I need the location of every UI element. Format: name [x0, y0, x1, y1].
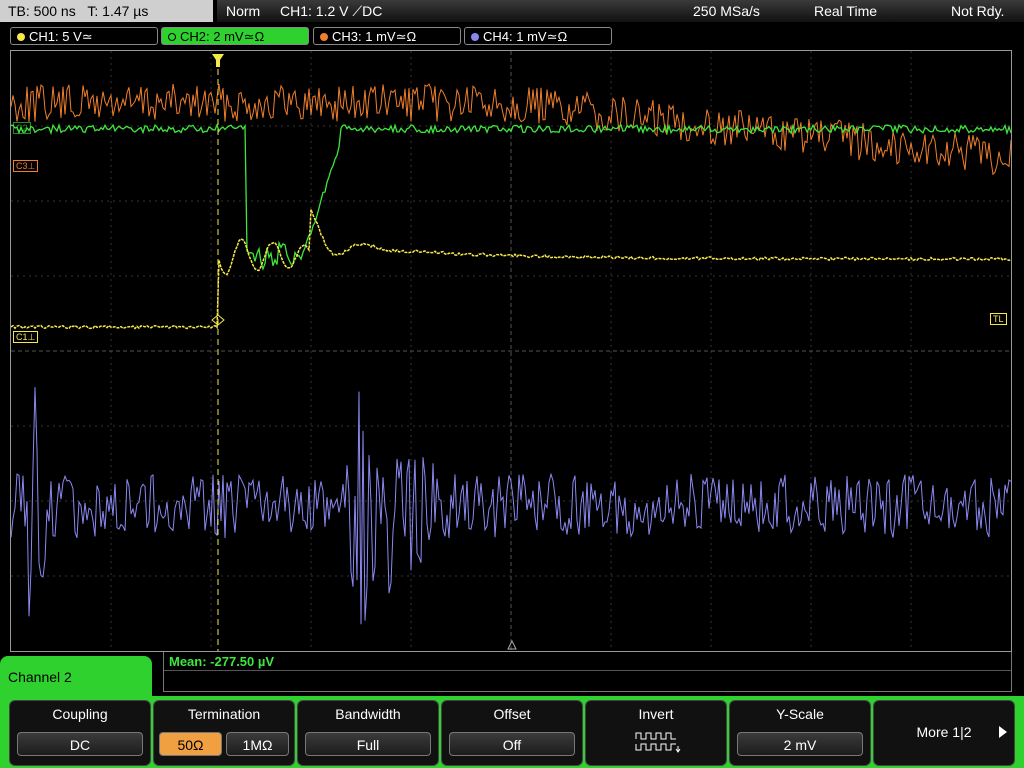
menu-title: Channel 2 [8, 669, 72, 685]
acquisition-status-bar: Norm CH1: 1.2 V ⟋DC 250 MSa/s Real Time … [217, 0, 1024, 22]
more-label: More 1|2 [916, 724, 972, 740]
invert-waveform-icon [635, 732, 681, 753]
termination-label: Termination [187, 706, 261, 722]
invert-label: Invert [638, 706, 674, 722]
trigger-source[interactable]: CH1: 1.2 V ⟋DC [280, 0, 382, 22]
channel-1-dot-icon [17, 33, 25, 41]
channel-4-button[interactable]: CH4: 1 mV≃Ω [464, 27, 612, 45]
offset-value[interactable]: Off [449, 732, 575, 756]
sample-rate: 250 MSa/s [693, 3, 760, 19]
termination-1mohm-option[interactable]: 1MΩ [226, 732, 289, 756]
trigger-status: Not Rdy. [951, 3, 1005, 19]
channel-1-button[interactable]: CH1: 5 V≃ [10, 27, 158, 45]
channel-4-label: CH4: 1 mV≃Ω [483, 29, 568, 44]
channel-2-dot-icon [168, 33, 176, 41]
bandwidth-value[interactable]: Full [305, 732, 431, 756]
bandwidth-label: Bandwidth [335, 706, 401, 722]
coupling-label: Coupling [52, 706, 108, 722]
termination-softkey[interactable]: Termination 50Ω 1MΩ [153, 700, 295, 766]
coupling-value[interactable]: DC [17, 732, 143, 756]
channel-1-ground-marker[interactable]: C1⊥ [13, 331, 39, 343]
termination-50ohm-option[interactable]: 50Ω [159, 732, 222, 756]
measurement-row [164, 652, 1011, 671]
coupling-softkey[interactable]: Coupling DC [9, 700, 151, 766]
mean-measurement[interactable]: Mean: -277.50 µV [169, 654, 274, 669]
offset-label: Offset [493, 706, 531, 722]
channel-4-dot-icon [471, 33, 479, 41]
trigger-level-marker[interactable]: TL [990, 313, 1007, 325]
bandwidth-softkey[interactable]: Bandwidth Full [297, 700, 439, 766]
waveform-display[interactable]: C3⊥ C1⊥ C2 TL [10, 50, 1012, 652]
trigger-time-value: T: 1.47 µs [87, 3, 149, 19]
next-page-arrow-icon [999, 726, 1007, 738]
yscale-softkey[interactable]: Y-Scale 2 mV [729, 700, 871, 766]
yscale-label: Y-Scale [776, 706, 824, 722]
channel-3-ground-marker[interactable]: C3⊥ [13, 160, 39, 172]
invert-softkey[interactable]: Invert [585, 700, 727, 766]
channel-selector-row: CH1: 5 V≃ CH2: 2 mV≃Ω CH3: 1 mV≃Ω CH4: 1… [10, 27, 1014, 47]
timebase-value: TB: 500 ns [8, 3, 76, 19]
channel-3-label: CH3: 1 mV≃Ω [332, 29, 417, 44]
timebase-readout[interactable]: TB: 500 ns T: 1.47 µs [0, 0, 213, 22]
acquisition-mode[interactable]: Real Time [814, 0, 877, 22]
measurement-panel: Mean: -277.50 µV [163, 652, 1012, 692]
trigger-position-icon[interactable] [212, 54, 224, 67]
channel-3-dot-icon [320, 33, 328, 41]
channel-3-button[interactable]: CH3: 1 mV≃Ω [313, 27, 461, 45]
channel-1-label: CH1: 5 V≃ [29, 29, 93, 44]
offset-softkey[interactable]: Offset Off [441, 700, 583, 766]
channel-2-label: CH2: 2 mV≃Ω [180, 29, 265, 44]
trigger-mode[interactable]: Norm [226, 0, 260, 22]
channel-2-ground-marker[interactable]: C2 [13, 122, 31, 134]
center-time-icon [507, 639, 517, 650]
menu-title-tab: Channel 2 [0, 656, 152, 700]
yscale-value[interactable]: 2 mV [737, 732, 863, 756]
graticule [11, 51, 1011, 651]
more-softkey[interactable]: More 1|2 [873, 700, 1015, 766]
channel-2-button[interactable]: CH2: 2 mV≃Ω [161, 27, 309, 45]
waveform-canvas[interactable] [11, 51, 1011, 651]
